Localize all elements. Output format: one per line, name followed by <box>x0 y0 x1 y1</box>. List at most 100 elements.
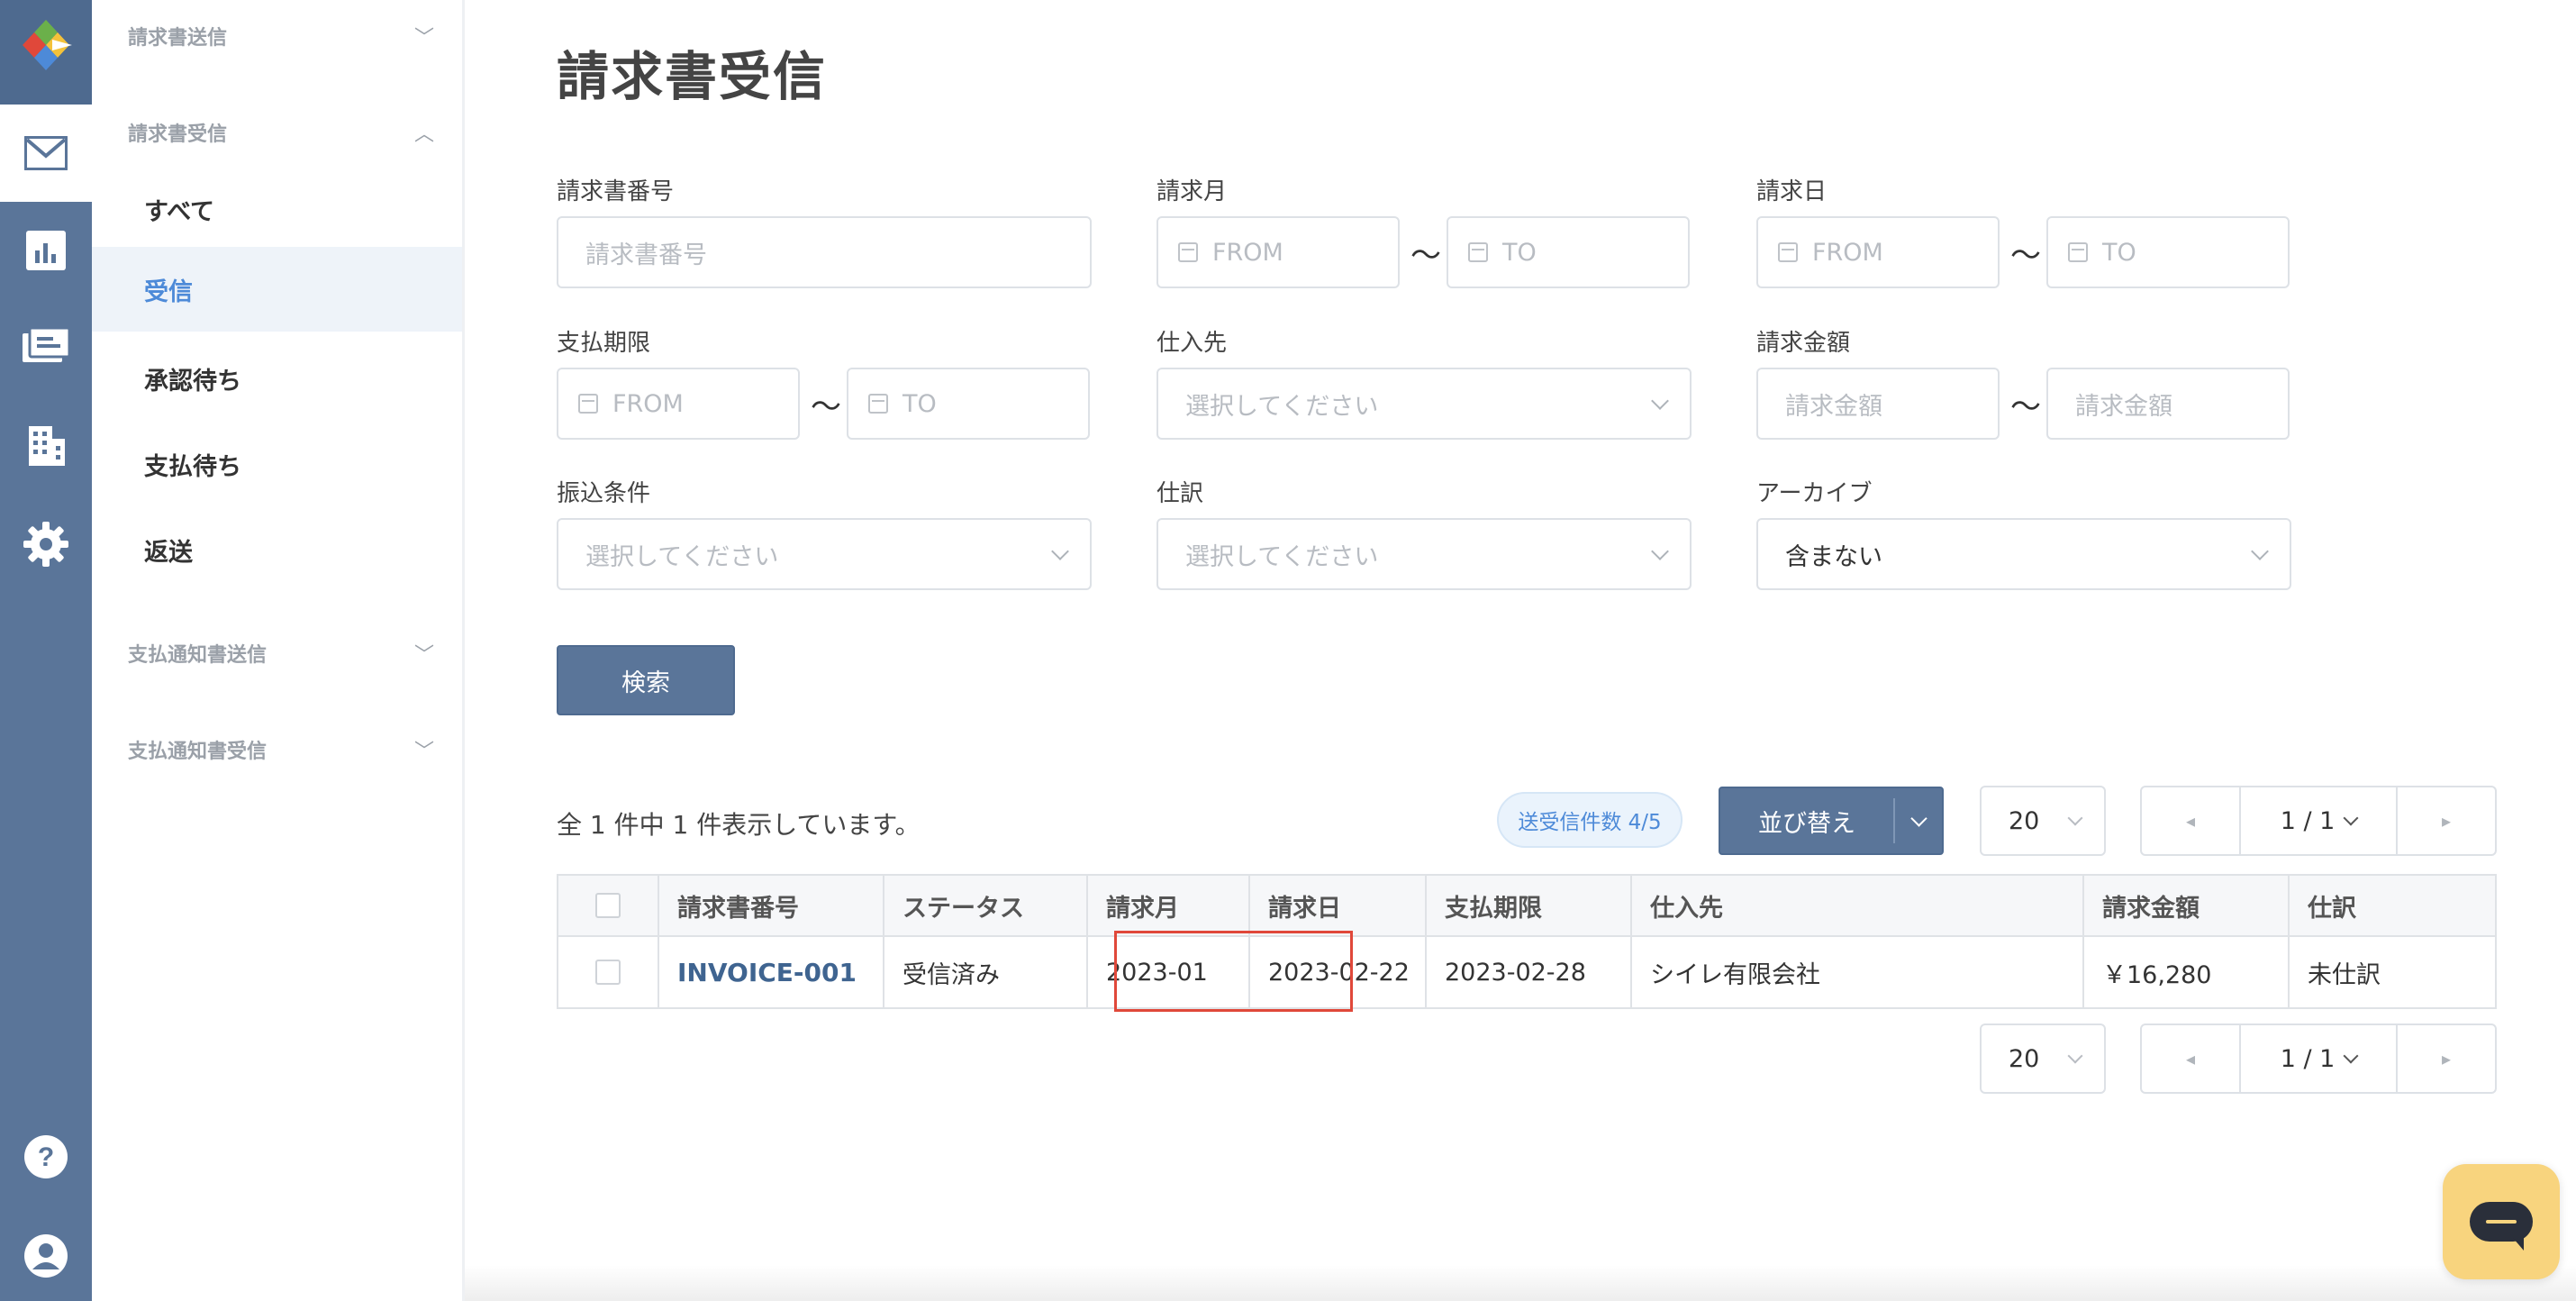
help-icon[interactable]: ? <box>0 1108 92 1205</box>
column-header[interactable]: 支払期限 <box>1427 876 1632 935</box>
column-header[interactable]: 請求金額 <box>2084 876 2290 935</box>
search-button[interactable]: 検索 <box>557 645 735 715</box>
invoice-number-link[interactable]: INVOICE-001 <box>677 958 857 987</box>
payment-due-to-input[interactable]: TO <box>847 368 1090 440</box>
chevron-down-icon <box>2343 1048 2359 1064</box>
column-header[interactable]: 請求月 <box>1088 876 1250 935</box>
amount-from-placeholder: 請求金額 <box>1785 392 1882 421</box>
column-header[interactable]: 仕訳 <box>2290 876 2495 935</box>
sidebar-item-received[interactable]: 受信 <box>92 247 462 332</box>
sort-button[interactable]: 並び替え <box>1719 787 1944 855</box>
invoice-number-label: 請求書番号 <box>557 178 675 205</box>
next-page-button[interactable]: ▸ <box>2398 787 2495 854</box>
billing-date-to-placeholder: TO <box>2102 238 2136 267</box>
payment-due-from-placeholder: FROM <box>612 389 684 418</box>
column-header[interactable]: ステータス <box>884 876 1088 935</box>
supplier-select[interactable]: 選択してください <box>1156 368 1692 440</box>
chevron-down-icon <box>2251 542 2269 560</box>
building-icon[interactable] <box>0 396 92 494</box>
journal-select[interactable]: 選択してください <box>1156 518 1692 590</box>
chat-icon <box>2470 1202 2533 1251</box>
bottom-shadow <box>465 1265 2576 1301</box>
calendar-icon <box>1178 242 1198 262</box>
chevron-up-icon: ︿ <box>413 123 434 146</box>
archive-select[interactable]: 含まない <box>1756 518 2291 590</box>
page-select[interactable]: 1 / 1 <box>2239 1025 2398 1092</box>
billing-month-from-input[interactable]: FROM <box>1156 216 1400 288</box>
chevron-down-icon <box>1051 542 1069 560</box>
row-select-cell <box>558 937 659 1007</box>
table-header: 請求書番号 ステータス 請求月 請求日 支払期限 仕入先 請求金額 仕訳 <box>558 876 2495 937</box>
prev-page-button[interactable]: ◂ <box>2142 1025 2239 1092</box>
column-header[interactable]: 請求日 <box>1250 876 1427 935</box>
per-page-value: 20 <box>2009 806 2040 835</box>
column-header[interactable]: 請求書番号 <box>659 876 884 935</box>
main-content: 請求書受信 請求書番号 請求書番号 請求月 FROM 〜 TO 請求日 FROM… <box>465 0 2576 1301</box>
amount-to-placeholder: 請求金額 <box>2075 392 2172 421</box>
nav-group-label: 支払通知書送信 <box>128 644 268 667</box>
prev-page-button[interactable]: ◂ <box>2142 787 2239 854</box>
billing-month-to-input[interactable]: TO <box>1447 216 1690 288</box>
billing-month-cell: 2023-01 <box>1088 937 1250 1007</box>
archive-value: 含まない <box>1785 542 1882 571</box>
journal-status-cell: 未仕訳 <box>2308 960 2381 989</box>
page-indicator: 1 / 1 <box>2280 806 2336 835</box>
chevron-down-icon <box>1909 809 1927 827</box>
calendar-icon <box>578 394 598 414</box>
per-page-value: 20 <box>2009 1044 2040 1073</box>
gear-icon[interactable] <box>0 496 92 593</box>
sidebar-item-awaiting-payment[interactable]: 支払待ち <box>92 422 462 506</box>
status-cell: 受信済み <box>884 937 1088 1007</box>
chevron-down-icon <box>2343 810 2359 826</box>
chevron-down-icon <box>1651 392 1669 410</box>
amount-to-input[interactable]: 請求金額 <box>2046 368 2290 440</box>
per-page-select-bottom[interactable]: 20 <box>1980 1024 2106 1094</box>
range-separator: 〜 <box>2010 389 2041 425</box>
logo-icon[interactable] <box>0 0 92 105</box>
next-page-button[interactable]: ▸ <box>2398 1025 2495 1092</box>
invoice-number-input[interactable]: 請求書番号 <box>557 216 1092 288</box>
chevron-down-icon <box>2067 1048 2083 1064</box>
chat-launcher-button[interactable] <box>2443 1164 2560 1279</box>
table-row[interactable]: INVOICE-001 受信済み 2023-01 2023-02-22 2023… <box>558 937 2495 1007</box>
transfer-terms-select[interactable]: 選択してください <box>557 518 1092 590</box>
nav-group-invoice-receive[interactable]: 請求書受信 ︿ <box>128 114 434 150</box>
sidebar-item-awaiting-approval[interactable]: 承認待ち <box>92 336 462 421</box>
sidebar-item-all[interactable]: すべて <box>92 167 462 251</box>
nav-group-label: 請求書送信 <box>128 27 228 50</box>
nav-group-invoice-send[interactable]: 請求書送信 ﹀ <box>128 18 434 54</box>
calendar-icon <box>1468 242 1488 262</box>
amount-from-input[interactable]: 請求金額 <box>1756 368 2000 440</box>
mail-icon[interactable] <box>0 105 92 202</box>
calendar-icon <box>2068 242 2088 262</box>
archive-label: アーカイブ <box>1756 480 1873 507</box>
sort-dropdown-toggle[interactable] <box>1895 809 1942 827</box>
column-header[interactable]: 仕入先 <box>1632 876 2084 935</box>
page-select[interactable]: 1 / 1 <box>2239 787 2398 854</box>
amount-label: 請求金額 <box>1756 330 1851 357</box>
payment-due-from-input[interactable]: FROM <box>557 368 800 440</box>
row-checkbox[interactable] <box>595 960 621 985</box>
transmission-count-badge: 送受信件数 4/5 <box>1497 792 1683 848</box>
nav-group-payment-notice-receive[interactable]: 支払通知書受信 ﹀ <box>128 732 434 768</box>
invoice-table: 請求書番号 ステータス 請求月 請求日 支払期限 仕入先 請求金額 仕訳 INV… <box>557 874 2497 1009</box>
range-separator: 〜 <box>811 389 841 425</box>
billing-icon[interactable] <box>0 299 92 396</box>
payment-due-cell: 2023-02-28 <box>1427 937 1632 1007</box>
account-icon[interactable] <box>0 1207 92 1301</box>
select-all-checkbox[interactable] <box>595 893 621 918</box>
supplier-cell: シイレ有限会社 <box>1632 937 2084 1007</box>
chevron-down-icon: ﹀ <box>413 644 434 667</box>
page-indicator: 1 / 1 <box>2280 1044 2336 1073</box>
chevron-down-icon <box>1651 542 1669 560</box>
per-page-select[interactable]: 20 <box>1980 786 2106 856</box>
billing-month-to-placeholder: TO <box>1502 238 1537 267</box>
billing-date-to-input[interactable]: TO <box>2046 216 2290 288</box>
chart-icon[interactable] <box>0 202 92 299</box>
chevron-down-icon: ﹀ <box>413 27 434 50</box>
billing-date-from-input[interactable]: FROM <box>1756 216 2000 288</box>
select-all-cell <box>558 876 659 935</box>
sidebar-item-returned[interactable]: 返送 <box>92 507 462 592</box>
supplier-placeholder: 選択してください <box>1185 392 1379 421</box>
nav-group-payment-notice-send[interactable]: 支払通知書送信 ﹀ <box>128 635 434 671</box>
